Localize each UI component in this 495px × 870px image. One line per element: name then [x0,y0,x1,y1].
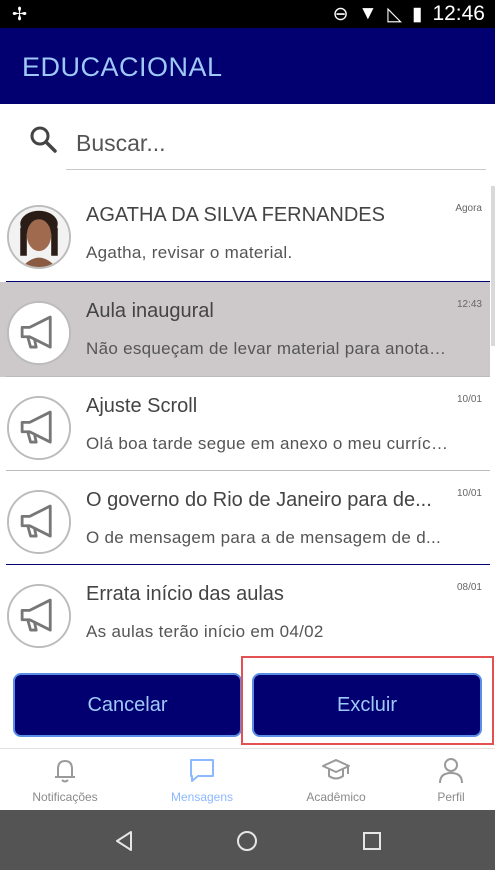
back-icon[interactable] [113,830,135,852]
avatar [7,490,71,554]
avatar [7,205,71,269]
bottom-nav: Notificações Mensagens Acadêmico Perfil [0,748,495,810]
graduation-cap-icon [322,759,350,780]
battery-icon: ▮ [411,3,423,25]
delete-button[interactable]: Excluir [252,673,482,737]
avatar [7,396,71,460]
message-time: 10/01 [456,394,482,405]
megaphone-icon [9,586,69,646]
message-preview: Olá boa tarde segue em anexo o meu currí… [86,434,450,453]
message-title: Aula inaugural [86,300,214,322]
list-item-selected[interactable]: Aula inaugural Não esqueçam de levar mat… [0,282,490,377]
message-title: Ajuste Scroll [86,395,198,417]
message-preview: Não esqueçam de levar material para anot… [86,339,450,358]
search-bar [0,104,495,186]
message-time: Agora [455,203,482,214]
megaphone-icon [9,492,69,552]
person-photo [9,207,69,267]
list-scrollbar[interactable] [491,186,495,346]
message-time: 08/01 [456,582,482,593]
action-bar: Cancelar Excluir [0,658,495,748]
message-preview: O de mensagem para a de mensagem de d... [86,528,442,547]
search-input[interactable] [66,118,486,170]
list-item[interactable]: AGATHA DA SILVA FERNANDES Agatha, revisa… [0,186,490,281]
status-icons: ⊖ ▼ ◺ ▮ 12:46 [333,2,485,26]
app-notification-icon: ✢ [12,4,28,24]
nav-item-academico[interactable]: Acadêmico [274,755,398,804]
message-time: 12:43 [456,299,482,310]
do-not-disturb-icon: ⊖ [332,3,349,25]
nav-label: Notificações [32,790,98,804]
cancel-button[interactable]: Cancelar [13,673,242,737]
message-sender: AGATHA DA SILVA FERNANDES [86,204,385,226]
list-item[interactable]: Errata início das aulas As aulas terão i… [0,565,490,658]
megaphone-icon [9,398,69,458]
nav-label: Perfil [437,790,465,804]
no-signal-icon: ◺ [387,3,402,25]
nav-item-notificacoes[interactable]: Notificações [3,755,127,804]
nav-item-mensagens[interactable]: Mensagens [140,755,264,804]
message-title: O governo do Rio de Janeiro para de... [86,489,432,511]
nav-label: Acadêmico [306,790,366,804]
chat-icon [190,759,214,782]
list-item[interactable]: Ajuste Scroll Olá boa tarde segue em ane… [0,377,490,472]
home-icon[interactable] [236,830,258,852]
list-item[interactable]: O governo do Rio de Janeiro para de... O… [0,471,490,566]
clock: 12:46 [432,2,485,25]
message-preview: As aulas terão início em 04/02 [86,622,324,641]
nav-label: Mensagens [170,790,234,804]
message-time: 10/01 [456,488,482,499]
megaphone-icon [9,303,69,363]
bell-icon [55,759,75,783]
message-title: Errata início das aulas [86,583,284,605]
recents-icon[interactable] [361,830,383,852]
message-list[interactable]: AGATHA DA SILVA FERNANDES Agatha, revisa… [0,186,495,658]
app-bar: EDUCACIONAL [0,28,495,104]
message-preview: Agatha, revisar o material. [86,243,293,262]
nav-item-perfil[interactable]: Perfil [389,755,495,804]
avatar [7,584,71,648]
avatar [7,301,71,365]
status-bar: ✢ ⊖ ▼ ◺ ▮ 12:46 [0,0,495,28]
system-nav-bar [0,810,495,870]
person-icon [439,758,463,784]
wifi-icon: ▼ [358,3,378,24]
search-icon[interactable] [28,124,58,154]
app-title: EDUCACIONAL [22,52,223,82]
